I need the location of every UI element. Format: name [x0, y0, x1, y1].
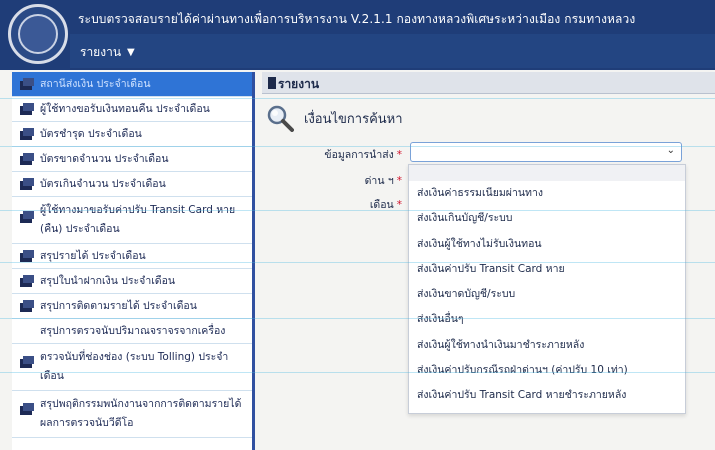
- dropdown-option[interactable]: ส่งเงินค่าปรับกรณีรถฝ่าด่านฯ (ค่าปรับ 10…: [409, 358, 685, 383]
- sidebar-item-label: สรุปรายได้ ประจำเดือน: [40, 250, 146, 262]
- sidebar-item-label: บัตรชำรุด ประจำเดือน: [40, 128, 142, 140]
- magnifier-icon: [266, 104, 294, 132]
- data-type-dropdown: ส่งเงินค่าธรรมเนียมผ่านทาง ส่งเงินเกินบั…: [408, 164, 686, 414]
- report-icon: [20, 103, 34, 115]
- app-title: ระบบตรวจสอบรายได้ค่าผ่านทางเพื่อการบริหา…: [78, 12, 636, 26]
- month-label: เดือน *: [369, 199, 402, 211]
- dropdown-option[interactable]: ส่งเงินผู้ใช้ทางนำเงินมาชำระภายหลัง: [409, 333, 685, 358]
- sidebar-item-station-deposit[interactable]: สถานีส่งเงิน ประจำเดือน: [12, 72, 252, 97]
- report-menu-button[interactable]: รายงาน ▼: [80, 43, 135, 62]
- department-logo: [8, 4, 68, 64]
- data-type-select[interactable]: ⌄: [410, 142, 682, 162]
- report-icon: [20, 356, 34, 368]
- required-mark: *: [396, 199, 402, 211]
- dropdown-empty-option[interactable]: [409, 165, 685, 181]
- sidebar-item-card-excess[interactable]: บัตรเกินจำนวน ประจำเดือน: [12, 172, 252, 197]
- sidebar-item-staff-behavior[interactable]: สรุปพฤติกรรมพนักงานจากการติดตามรายได้ผลก…: [12, 391, 252, 438]
- report-icon: [20, 250, 34, 262]
- sidebar-item-revenue-summary[interactable]: สรุปรายได้ ประจำเดือน: [12, 244, 252, 269]
- sidebar-item-change-refund[interactable]: ผู้ใช้ทางขอรับเงินทอนคืน ประจำเดือน: [12, 97, 252, 122]
- sidebar: สถานีส่งเงิน ประจำเดือน ผู้ใช้ทางขอรับเง…: [12, 72, 255, 450]
- required-mark: *: [396, 175, 402, 187]
- sidebar-item-label: สรุปการติดตามรายได้ ประจำเดือน: [40, 300, 197, 312]
- sidebar-item-label: สรุปใบนำฝากเงิน ประจำเดือน: [40, 275, 176, 287]
- sidebar-item-label: สถานีส่งเงิน ประจำเดือน: [40, 78, 151, 90]
- sidebar-item-lane-count-tolling[interactable]: ตรวจนับที่ช่องช่อง (ระบบ Tolling) ประจำเ…: [12, 344, 252, 391]
- dropdown-option[interactable]: ส่งเงินขาดบัญชี/ระบบ: [409, 282, 685, 307]
- app-header: ระบบตรวจสอบรายได้ค่าผ่านทางเพื่อการบริหา…: [0, 0, 715, 70]
- report-icon: [20, 178, 34, 190]
- dropdown-option[interactable]: ส่งเงินค่าธรรมเนียมผ่านทาง: [409, 181, 685, 206]
- sidebar-item-label: บัตรขาดจำนวน ประจำเดือน: [40, 153, 169, 165]
- sidebar-item-label: ผู้ใช้ทางขอรับเงินทอนคืน ประจำเดือน: [40, 103, 210, 115]
- section-title: รายงาน: [278, 77, 320, 91]
- sidebar-item-label: ผู้ใช้ทางมาขอรับค่าปรับ Transit Card หาย…: [40, 204, 236, 235]
- chevron-down-icon: ⌄: [666, 145, 675, 156]
- sidebar-item-deposit-slip[interactable]: สรุปใบนำฝากเงิน ประจำเดือน: [12, 269, 252, 294]
- report-icon: [20, 403, 34, 415]
- report-icon: [20, 275, 34, 287]
- dropdown-option[interactable]: ส่งเงินอื่นๆ: [409, 307, 685, 332]
- report-menu-label: รายงาน: [80, 45, 122, 59]
- report-icon: [20, 211, 34, 223]
- sidebar-item-card-shortage[interactable]: บัตรขาดจำนวน ประจำเดือน: [12, 147, 252, 172]
- dropdown-option[interactable]: ส่งเงินค่าปรับ Transit Card หาย: [409, 257, 685, 282]
- dropdown-option[interactable]: ส่งเงินเกินบัญชี/ระบบ: [409, 206, 685, 231]
- search-conditions-title: เงื่อนไขการค้นหา: [304, 111, 403, 127]
- dropdown-option[interactable]: ส่งเงินค่าปรับ Transit Card หายชำระภายหล…: [409, 383, 685, 408]
- required-mark: *: [396, 149, 402, 161]
- sidebar-item-label: สรุปพฤติกรรมพนักงานจากการติดตามรายได้ผลก…: [40, 398, 242, 429]
- report-icon: [20, 153, 34, 165]
- report-icon: [20, 78, 34, 90]
- data-type-label: ข้อมูลการนำส่ง *: [324, 149, 402, 161]
- sidebar-item-transit-card-fine[interactable]: ผู้ใช้ทางมาขอรับค่าปรับ Transit Card หาย…: [12, 197, 252, 244]
- sidebar-item-traffic-count[interactable]: สรุปการตรวจนับปริมาณจราจรจากเครื่อง: [12, 319, 252, 344]
- sidebar-item-revenue-tracking[interactable]: สรุปการติดตามรายได้ ประจำเดือน: [12, 294, 252, 319]
- sidebar-item-label: บัตรเกินจำนวน ประจำเดือน: [40, 178, 166, 190]
- search-heading: เงื่อนไขการค้นหา: [266, 104, 403, 132]
- menu-bar: รายงาน ▼: [70, 34, 715, 68]
- report-icon: [20, 300, 34, 312]
- caret-down-icon: ▼: [127, 47, 135, 58]
- section-header: รายงาน: [262, 72, 715, 94]
- dropdown-option[interactable]: ส่งเงินผู้ใช้ทางไม่รับเงินทอน: [409, 232, 685, 257]
- sidebar-item-damaged-card[interactable]: บัตรชำรุด ประจำเดือน: [12, 122, 252, 147]
- sidebar-item-label: สรุปการตรวจนับปริมาณจราจรจากเครื่อง: [40, 325, 226, 337]
- sidebar-item-label: ตรวจนับที่ช่องช่อง (ระบบ Tolling) ประจำเ…: [40, 351, 229, 382]
- section-marker-icon: [268, 77, 276, 89]
- branch-label: ด่าน ฯ *: [364, 175, 402, 187]
- main-panel: รายงาน เงื่อนไขการค้นหา ข้อมูลการนำส่ง * …: [262, 72, 715, 450]
- report-icon: [20, 128, 34, 140]
